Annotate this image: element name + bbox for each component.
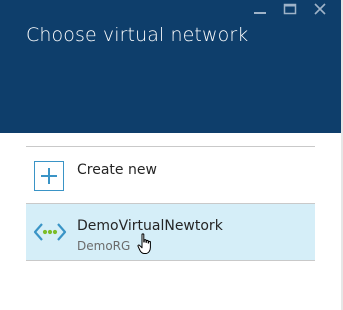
choose-virtual-network-blade: Choose virtual network Create new DemoVi… (0, 0, 343, 310)
blade-title: Choose virtual network (26, 24, 249, 46)
create-new-item[interactable]: Create new (26, 147, 315, 204)
network-resource-group: DemoRG (77, 239, 131, 253)
minimize-icon (254, 12, 266, 14)
create-new-label: Create new (77, 162, 157, 178)
maximize-icon (283, 3, 297, 15)
hand-pointer-cursor-icon (137, 233, 151, 254)
plus-icon (34, 161, 64, 191)
virtual-network-list: Create new DemoVirtualNewtork DemoRG (26, 146, 315, 261)
close-icon (314, 3, 326, 15)
virtual-network-icon (33, 223, 67, 241)
list-item-virtual-network[interactable]: DemoVirtualNewtork DemoRG (26, 204, 315, 261)
blade-header: Choose virtual network (0, 0, 341, 133)
minimize-button[interactable] (245, 0, 275, 18)
close-button[interactable] (305, 0, 335, 18)
maximize-button[interactable] (275, 0, 305, 18)
window-controls (245, 0, 335, 18)
network-name: DemoVirtualNewtork (77, 218, 223, 234)
